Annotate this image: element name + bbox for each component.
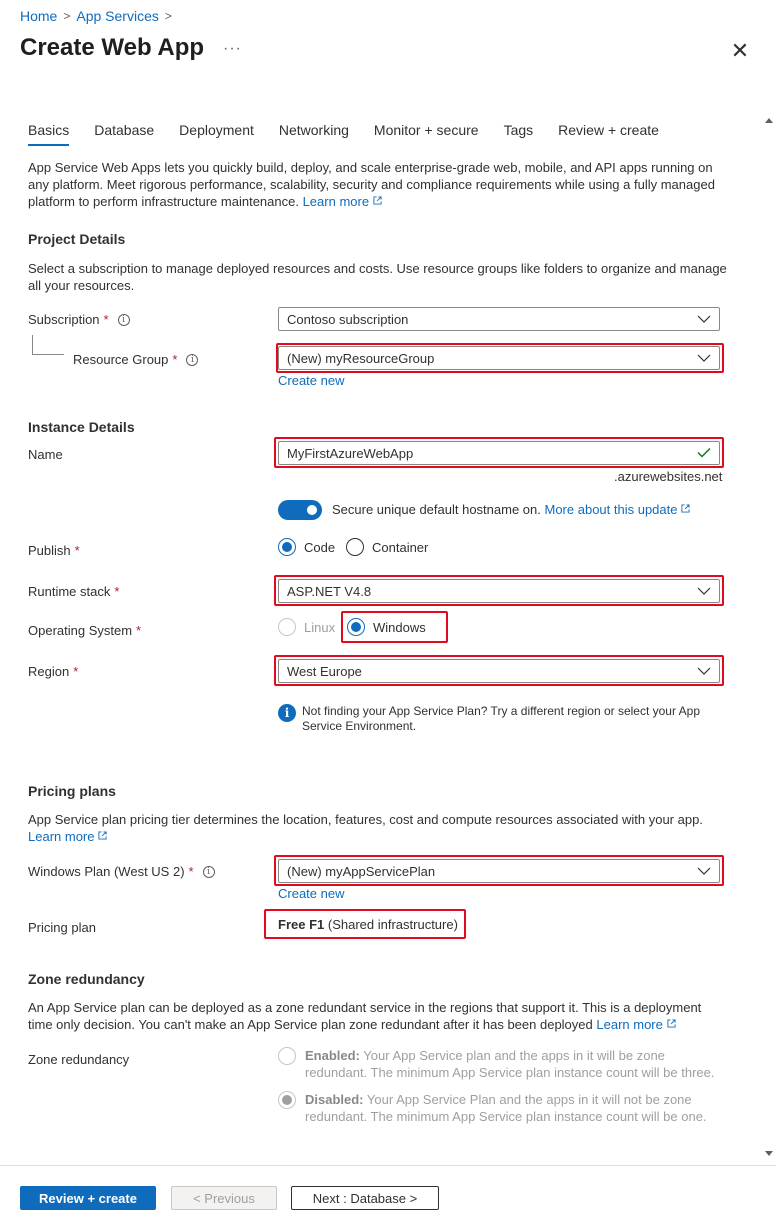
external-link-icon <box>667 1019 676 1028</box>
intro-text: App Service Web Apps lets you quickly bu… <box>28 160 715 209</box>
tab-tags[interactable]: Tags <box>496 118 542 146</box>
runtime-stack-dropdown[interactable]: ASP.NET V4.8 <box>278 579 720 603</box>
footer-divider <box>0 1165 776 1166</box>
close-icon[interactable]: ✕ <box>730 38 750 64</box>
pricing-plan-label: Pricing plan <box>28 920 96 935</box>
zone-redundancy-heading: Zone redundancy <box>28 971 145 987</box>
windows-plan-label: Windows Plan (West US 2) * i <box>28 864 215 879</box>
create-new-resource-group-link[interactable]: Create new <box>278 373 344 388</box>
breadcrumb: Home > App Services > <box>20 8 172 24</box>
chevron-down-icon <box>697 664 711 678</box>
secure-hostname-text: Secure unique default hostname on. More … <box>332 502 691 517</box>
tab-review-create[interactable]: Review + create <box>550 118 667 146</box>
runtime-stack-label: Runtime stack * <box>28 584 120 599</box>
secure-hostname-toggle[interactable] <box>278 500 322 520</box>
external-link-icon <box>98 831 108 840</box>
resource-group-dropdown[interactable]: (New) myResourceGroup <box>278 346 720 370</box>
pricing-description: App Service plan pricing tier determines… <box>28 812 703 844</box>
radio-unselected[interactable] <box>346 538 364 556</box>
radio-unselected[interactable] <box>278 618 296 636</box>
info-icon[interactable]: i <box>186 353 199 366</box>
chevron-right-icon: > <box>63 9 71 23</box>
more-options-icon[interactable]: ··· <box>223 40 242 58</box>
os-windows-option[interactable]: Windows <box>347 618 426 636</box>
chevron-down-icon <box>697 312 711 326</box>
radio-selected[interactable] <box>347 618 365 636</box>
windows-plan-dropdown[interactable]: (New) myAppServicePlan <box>278 859 720 883</box>
review-create-button[interactable]: Review + create <box>20 1186 156 1210</box>
instance-details-heading: Instance Details <box>28 419 135 435</box>
chevron-down-icon <box>697 351 711 365</box>
subscription-dropdown[interactable]: Contoso subscription <box>278 307 720 331</box>
tab-bar: Basics Database Deployment Networking Mo… <box>20 118 676 146</box>
zone-learn-more-link[interactable]: Learn more <box>596 1017 676 1032</box>
external-link-icon <box>681 504 691 513</box>
operating-system-label: Operating System * <box>28 623 142 638</box>
project-details-heading: Project Details <box>28 231 126 247</box>
name-input[interactable]: MyFirstAzureWebApp <box>278 441 720 465</box>
breadcrumb-app-services[interactable]: App Services <box>76 8 158 24</box>
create-new-plan-link[interactable]: Create new <box>278 886 344 901</box>
radio-unselected[interactable] <box>278 1047 296 1065</box>
zone-enabled-option[interactable]: Enabled: Your App Service plan and the a… <box>278 1047 728 1081</box>
region-label: Region * <box>28 664 79 679</box>
pricing-plan-value: Free F1 (Shared infrastructure) <box>278 917 458 932</box>
info-icon[interactable]: i <box>202 865 215 878</box>
region-dropdown[interactable]: West Europe <box>278 659 720 683</box>
page-title: Create Web App <box>20 34 205 61</box>
zone-redundancy-description: An App Service plan can be deployed as a… <box>28 1000 702 1032</box>
name-suffix: .azurewebsites.net <box>614 469 723 484</box>
info-icon[interactable]: i <box>117 313 130 326</box>
scroll-down-icon[interactable] <box>765 1151 773 1156</box>
resource-group-label: Resource Group * i <box>73 352 199 367</box>
publish-container-option[interactable]: Container <box>346 538 428 556</box>
chevron-down-icon <box>697 864 711 878</box>
radio-selected[interactable] <box>278 1091 296 1109</box>
scroll-up-icon[interactable] <box>765 118 773 123</box>
tab-monitor-secure[interactable]: Monitor + secure <box>366 118 487 146</box>
chevron-right-icon: > <box>164 9 172 23</box>
pricing-learn-more-link[interactable]: Learn more <box>28 829 108 844</box>
project-details-description: Select a subscription to manage deployed… <box>28 261 727 293</box>
chevron-down-icon <box>697 584 711 598</box>
name-label: Name <box>28 447 63 462</box>
publish-code-option[interactable]: Code <box>278 538 335 556</box>
info-icon: i <box>278 704 296 722</box>
next-database-button[interactable]: Next : Database > <box>291 1186 439 1210</box>
previous-button[interactable]: < Previous <box>171 1186 277 1210</box>
learn-more-link[interactable]: Learn more <box>303 194 382 209</box>
tab-database[interactable]: Database <box>86 118 162 146</box>
os-linux-option[interactable]: Linux <box>278 618 335 636</box>
tab-deployment[interactable]: Deployment <box>171 118 262 146</box>
tree-connector <box>32 335 64 355</box>
publish-label: Publish * <box>28 543 80 558</box>
external-link-icon <box>373 196 382 205</box>
pricing-plans-heading: Pricing plans <box>28 783 116 799</box>
region-info-text: Not finding your App Service Plan? Try a… <box>302 704 701 733</box>
tab-basics[interactable]: Basics <box>20 118 77 146</box>
radio-selected[interactable] <box>278 538 296 556</box>
breadcrumb-home[interactable]: Home <box>20 8 57 24</box>
zone-disabled-option[interactable]: Disabled: Your App Service Plan and the … <box>278 1091 728 1125</box>
subscription-label: Subscription * i <box>28 312 130 327</box>
checkmark-icon <box>697 446 711 461</box>
more-about-update-link[interactable]: More about this update <box>545 502 691 517</box>
zone-redundancy-label: Zone redundancy <box>28 1052 130 1067</box>
tab-networking[interactable]: Networking <box>271 118 357 146</box>
scrollbar[interactable] <box>764 114 776 1162</box>
